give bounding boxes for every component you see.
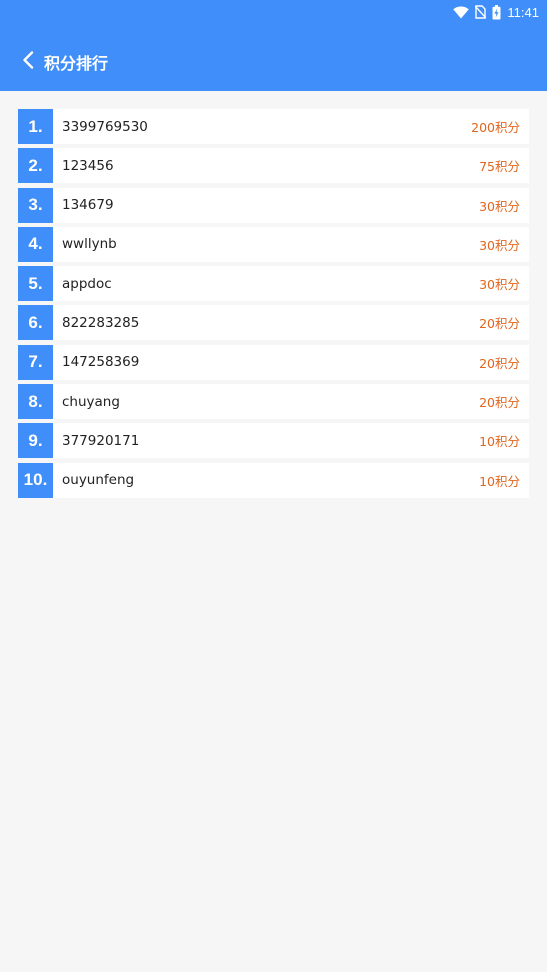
battery-charging-icon (492, 4, 501, 20)
points-value: 30积分 (479, 237, 520, 253)
user-name: chuyang (62, 393, 120, 410)
points-value: 20积分 (479, 355, 520, 371)
chevron-left-icon (22, 51, 34, 73)
rank-row-2[interactable]: 2. 123456 75积分 (18, 148, 529, 184)
rank-row-3[interactable]: 3. 134679 30积分 (18, 187, 529, 223)
points-value: 10积分 (479, 473, 520, 489)
rank-row-4[interactable]: 4. wwllynb 30积分 (18, 226, 529, 262)
rank-number: 4. (18, 226, 53, 262)
user-name: ouyunfeng (62, 472, 135, 489)
points-value: 20积分 (479, 316, 520, 332)
toolbar: 积分排行 (0, 40, 547, 84)
rank-number: 7. (18, 344, 53, 380)
user-name: 123456 (62, 157, 114, 174)
user-name: 822283285 (62, 314, 140, 331)
rank-number: 9. (18, 423, 53, 459)
rank-row-5[interactable]: 5. appdoc 30积分 (18, 266, 529, 302)
rank-row-8[interactable]: 8. chuyang 20积分 (18, 384, 529, 420)
points-value: 75积分 (479, 159, 520, 175)
rank-number: 8. (18, 384, 53, 420)
points-value: 30积分 (479, 277, 520, 293)
user-name: appdoc (62, 275, 112, 292)
user-name: 134679 (62, 197, 114, 214)
user-name: 3399769530 (62, 118, 148, 135)
rank-row-9[interactable]: 9. 377920171 10积分 (18, 423, 529, 459)
rank-number: 3. (18, 187, 53, 223)
ranking-list: 1. 3399769530 200积分 2. 123456 75积分 3. 13… (18, 109, 529, 502)
rank-number: 5. (18, 266, 53, 302)
rank-number: 1. (18, 109, 53, 144)
points-value: 30积分 (479, 198, 520, 214)
user-name: 377920171 (62, 432, 140, 449)
points-value: 20积分 (479, 395, 520, 411)
points-value: 10积分 (479, 434, 520, 450)
rank-row-6[interactable]: 6. 822283285 20积分 (18, 305, 529, 341)
points-value: 200积分 (471, 120, 520, 135)
page-title: 积分排行 (44, 54, 109, 73)
status-bar: 11:41 (453, 3, 539, 21)
rank-row-10[interactable]: 10. ouyunfeng 10积分 (18, 462, 529, 498)
rank-number: 10. (18, 462, 53, 498)
app-header: 11:41 积分排行 (0, 0, 547, 91)
clock: 11:41 (507, 4, 539, 20)
rank-number: 2. (18, 148, 53, 184)
rank-number: 6. (18, 305, 53, 341)
wifi-icon (453, 6, 470, 19)
user-name: wwllynb (62, 236, 117, 253)
no-sim-icon (475, 5, 487, 19)
rank-row-7[interactable]: 7. 147258369 20积分 (18, 344, 529, 380)
rank-row-1[interactable]: 1. 3399769530 200积分 (18, 109, 529, 144)
user-name: 147258369 (62, 354, 140, 371)
